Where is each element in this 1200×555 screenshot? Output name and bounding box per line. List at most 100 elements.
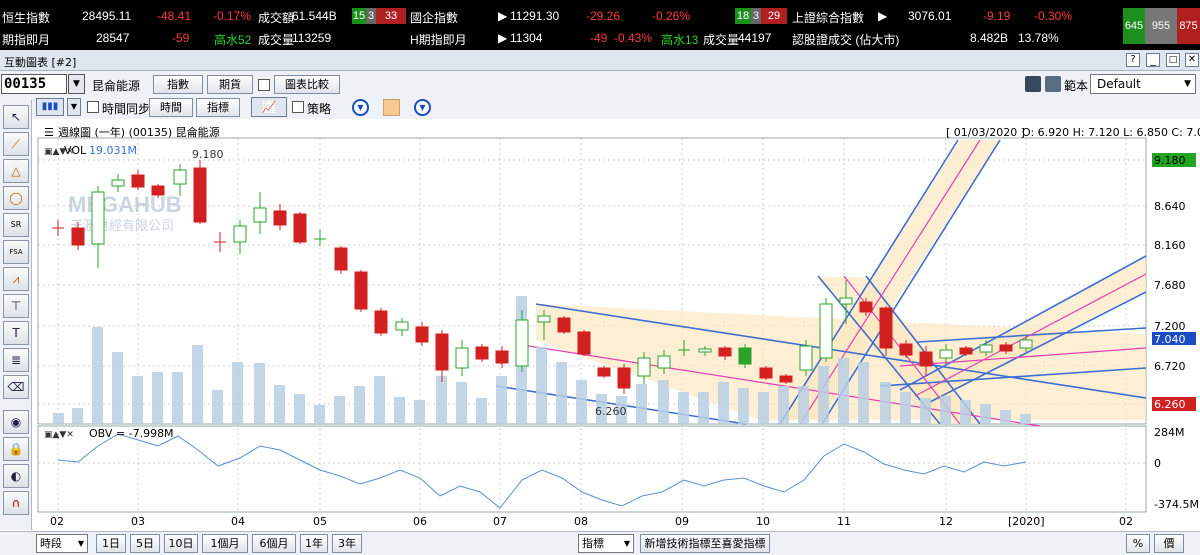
range-10d-button[interactable]: 10日 (164, 534, 198, 553)
window-title: 互動圖表 [#2] (4, 56, 77, 69)
time-sync-checkbox[interactable] (87, 101, 99, 113)
save-icon[interactable] (1025, 76, 1041, 92)
window-titlebar: 互動圖表 [#2] ? _ □ ✕ (0, 50, 1200, 71)
bell-icon[interactable]: △ (3, 159, 29, 183)
sse-value: 3076.01 (908, 9, 952, 23)
chevron-down-icon: ▼ (623, 539, 630, 548)
range-1d-button[interactable]: 1日 (96, 534, 126, 553)
futures-button[interactable]: 期貨 (207, 75, 253, 94)
indicator-button[interactable]: 指標 (196, 98, 240, 117)
zigzag-icon[interactable]: ⩘ (3, 267, 29, 291)
chevron-down-icon[interactable]: ▼ (68, 74, 85, 94)
sse-label: 上證綜合指數 (792, 11, 865, 25)
hsi-change: -48.41 (157, 9, 192, 23)
fibonacci-icon[interactable]: ≣ (3, 348, 29, 372)
month-label: 04 (231, 515, 245, 528)
stock-name: 昆侖能源 (92, 79, 141, 93)
time-button[interactable]: 時間 (149, 98, 193, 117)
compare-checkbox[interactable] (258, 79, 270, 91)
current-price: 7.040 (1154, 333, 1186, 346)
vol-value: 19.031M (89, 144, 137, 157)
chart-header: 週線圖 (一年) (00135) 昆侖能源 (58, 125, 220, 139)
add-favourite-indicator-button[interactable]: 新增技術指標至喜愛指標 (640, 534, 770, 553)
minimize-icon[interactable]: _ (1146, 53, 1160, 67)
pill-icon[interactable]: ◐ (3, 464, 29, 488)
cursor-icon[interactable]: ↖ (3, 105, 29, 129)
magnet-icon[interactable]: ∩ (3, 491, 29, 515)
chevron-down-icon: ▼ (1184, 79, 1191, 89)
hscei-value: 11291.30 (510, 9, 560, 23)
chevron-down-icon[interactable]: ▼ (352, 99, 369, 116)
chevron-down-icon[interactable]: ▼ (67, 98, 81, 116)
price-tick: 6.720 (1154, 360, 1186, 373)
price-tick: 7.200 (1154, 320, 1186, 333)
trendline-icon[interactable]: ⟋ (3, 132, 29, 156)
obv-pane-icons: ▣▲▼✕ (44, 430, 74, 440)
hf-vol: 44197 (738, 31, 772, 45)
help-icon[interactable]: ? (1126, 53, 1140, 67)
template-value: Default (1097, 77, 1141, 91)
hsif-change: -59 (172, 31, 190, 45)
market-up-count: 645 (1123, 8, 1145, 44)
month-label: 12 (939, 515, 953, 528)
price-tick: 9.180 (1154, 154, 1186, 167)
hf-label: H期指即月 (410, 33, 467, 47)
symbol-input[interactable]: 00135 (1, 74, 67, 94)
close-icon[interactable]: ✕ (1185, 53, 1199, 67)
hsif-label: 期指即月 (2, 33, 51, 47)
compare-button[interactable]: 圖表比較 (274, 75, 340, 94)
indicator-select[interactable]: 指標 ▼ (578, 534, 634, 553)
sse-change: -9.19 (983, 9, 1011, 23)
warrant-pct: 13.78% (1018, 31, 1059, 45)
percent-button[interactable]: % (1126, 534, 1150, 553)
chevron-down-icon: ▼ (77, 539, 84, 548)
hsi-label: 恒生指數 (2, 11, 51, 25)
range-1m-button[interactable]: 1個月 (202, 534, 248, 553)
hf-premium: 高水13 (661, 33, 699, 47)
sr-icon[interactable]: SR (3, 213, 29, 237)
strategy-checkbox[interactable] (292, 101, 304, 113)
chart-type-icon[interactable]: ▮▮▮ (36, 98, 64, 116)
hscei-label: 國企指數 (410, 11, 459, 25)
price-tick: 8.160 (1154, 239, 1186, 252)
hscei-down-count: 29 (761, 8, 787, 24)
index-button[interactable]: 指數 (153, 75, 203, 94)
color-swatch[interactable] (383, 99, 400, 116)
range-6m-button[interactable]: 6個月 (252, 534, 296, 553)
hsi-up-count: 15 (352, 8, 366, 24)
lock-icon[interactable]: 🔒 (3, 437, 29, 461)
strategy-label: 策略 (307, 102, 332, 116)
hf-vol-label: 成交量 (703, 33, 740, 47)
eye-icon[interactable]: ◉ (3, 410, 29, 434)
obv-label: OBV = -7.998M (89, 427, 174, 440)
month-label: 02 (1119, 515, 1133, 528)
line-chart-icon[interactable]: 📈 (251, 97, 287, 117)
fsa-icon[interactable]: FSA (3, 240, 29, 264)
hscei-change: -29.26 (586, 9, 621, 23)
range-1y-button[interactable]: 1年 (300, 534, 328, 553)
period-select[interactable]: 時段 ▼ (36, 534, 88, 553)
price-tick: 6.260 (1154, 398, 1186, 411)
month-label: 11 (837, 515, 851, 528)
template-select[interactable]: Default ▼ (1090, 74, 1196, 94)
hsi-pct: -0.17% (213, 9, 252, 23)
level-icon[interactable]: ⊤ (3, 294, 29, 318)
price-button[interactable]: 價 (1154, 534, 1184, 553)
range-5d-button[interactable]: 5日 (130, 534, 160, 553)
eraser-icon[interactable]: ⌫ (3, 375, 29, 399)
hsi-value: 28495.11 (82, 9, 132, 23)
hsif-vol-label: 成交量 (258, 33, 295, 47)
price-tick: 7.680 (1154, 279, 1186, 292)
hsif-premium: 高水52 (214, 33, 252, 47)
watermark-sub: 天滙財經有限公司 (70, 219, 174, 234)
text-icon[interactable]: T (3, 321, 29, 345)
chevron-down-icon[interactable]: ▼ (414, 99, 431, 116)
hsif-vol: 113259 (292, 31, 332, 45)
bottom-toolbar: 時段 ▼ 1日 5日 10日 1個月 6個月 1年 3年 指標 ▼ 新增技術指標至喜… (0, 531, 1200, 555)
maximize-icon[interactable]: □ (1166, 53, 1180, 67)
price-chart[interactable]: MEGAHUB 天滙財經有限公司 ☰ 週線圖 (一年) (00135) 昆侖能源… (36, 124, 1200, 531)
delete-icon[interactable] (1045, 76, 1061, 92)
range-3y-button[interactable]: 3年 (332, 534, 362, 553)
play-icon: ▶ (498, 31, 508, 45)
ellipse-icon[interactable]: ◯ (3, 186, 29, 210)
